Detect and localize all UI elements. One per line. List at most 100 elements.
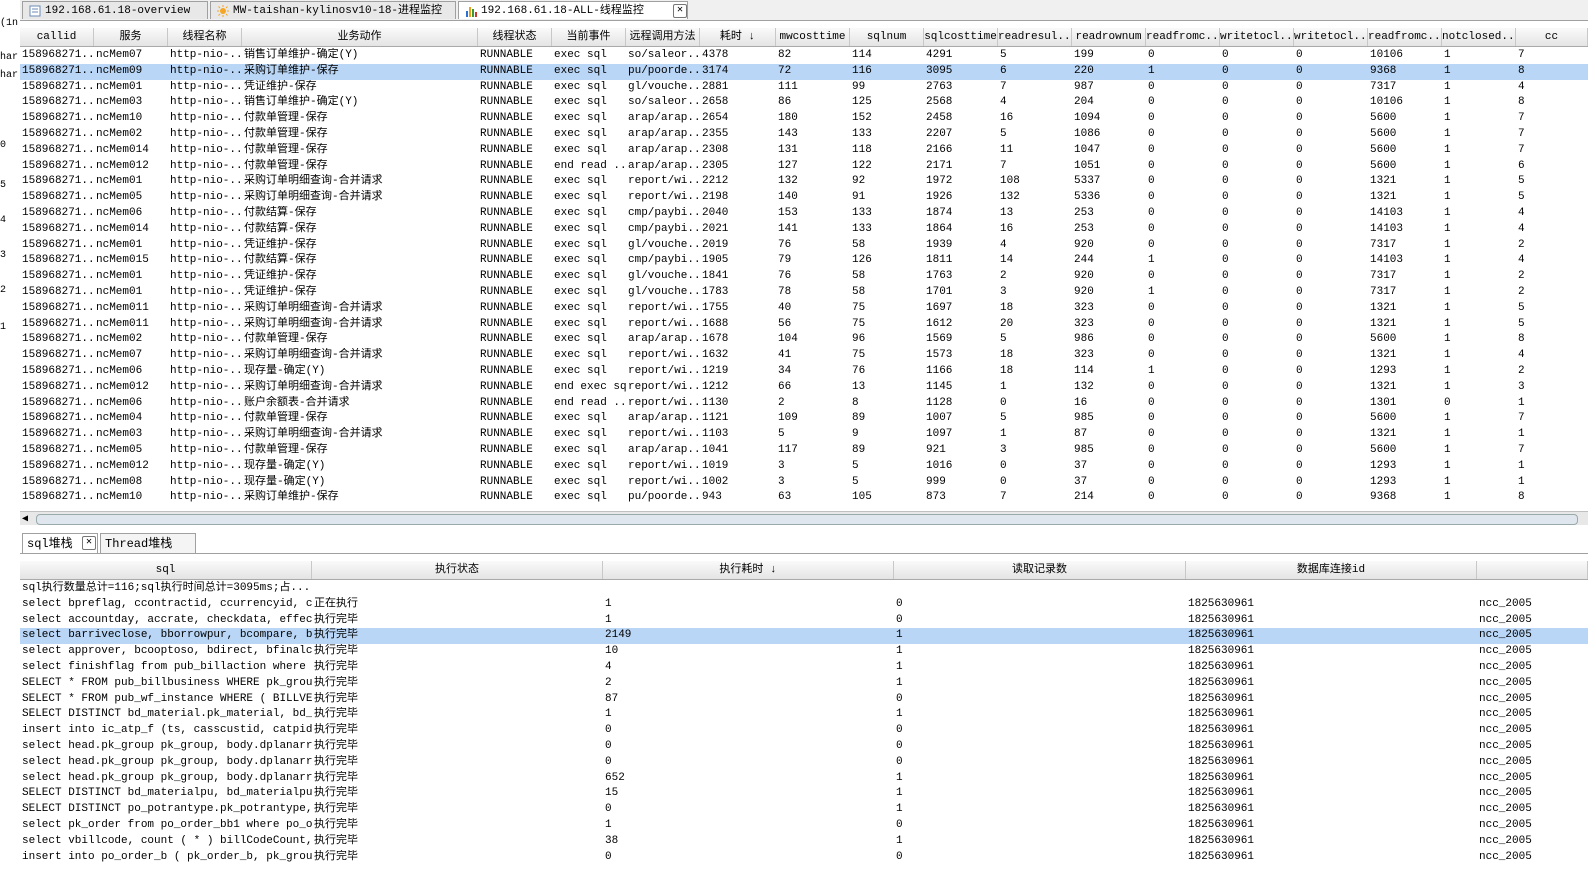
close-tab-icon[interactable]: ✕: [673, 4, 687, 18]
thread-header-11[interactable]: readresul...: [998, 28, 1072, 46]
horizontal-scrollbar[interactable]: ◀: [20, 511, 1588, 525]
scroll-left-icon[interactable]: ◀: [22, 513, 28, 525]
tab-thread-stack[interactable]: Thread堆栈: [100, 533, 196, 553]
thread-row[interactable]: 158968271... ncMem014 http-nio-... 付款单管理-保存…: [20, 143, 1588, 159]
sql-cell: 执行完毕: [314, 629, 358, 642]
sql-row[interactable]: SELECT * FROM pub_billbusiness WHERE pk_…: [20, 676, 1588, 692]
thread-row[interactable]: 158968271... ncMem03 http-nio-... 采购订单明细查询-…: [20, 427, 1588, 443]
sql-row[interactable]: select approver, bcooptoso, bdirect, bfi…: [20, 644, 1588, 660]
sql-cell: 1: [605, 708, 612, 721]
sql-row[interactable]: select head.pk_group pk_group, body.dpla…: [20, 771, 1588, 787]
sql-header-3[interactable]: 读取记录数: [894, 561, 1186, 579]
thread-row[interactable]: 158968271... ncMem01 http-nio-... 凭证维护-保存 RU…: [20, 238, 1588, 254]
sql-header-4[interactable]: 数据库连接id: [1186, 561, 1477, 579]
thread-cell: 2166: [926, 143, 953, 156]
thread-row[interactable]: 158968271... ncMem06 http-nio-... 付款结算-保存 RU…: [20, 206, 1588, 222]
sql-row[interactable]: insert into ic_atp_f (ts, casscustid, ca…: [20, 723, 1588, 739]
sql-row[interactable]: select barriveclose, bborrowpur, bcompar…: [20, 628, 1588, 645]
close-tab-icon[interactable]: ✕: [82, 536, 96, 550]
thread-header-0[interactable]: callid: [20, 28, 94, 46]
tab-overview[interactable]: 192.168.61.18-overview: [22, 1, 208, 19]
tab-process-monitor[interactable]: MW-taishan-kylinosv10-18-进程监控: [210, 1, 456, 19]
sql-cell: 1: [896, 803, 903, 816]
thread-header-4[interactable]: 线程状态: [478, 28, 552, 46]
thread-row[interactable]: 158968271... ncMem09 http-nio-... 采购订单维护-保存…: [20, 63, 1588, 80]
thread-cell: exec sql: [554, 270, 607, 283]
thread-cell: 3174: [702, 64, 729, 77]
sql-row[interactable]: SELECT DISTINCT po_potrantype.pk_potrant…: [20, 802, 1588, 818]
sql-row[interactable]: SELECT DISTINCT bd_material.pk_material,…: [20, 707, 1588, 723]
thread-cell: 1972: [926, 175, 953, 188]
thread-header-7[interactable]: 耗时 ↓: [700, 28, 776, 46]
thread-cell: exec sql: [554, 207, 607, 219]
thread-header-2[interactable]: 线程名称: [168, 28, 242, 46]
sql-header-1[interactable]: 执行状态: [312, 561, 603, 579]
thread-header-9[interactable]: sqlnum: [850, 28, 924, 46]
thread-row[interactable]: 158968271... ncMem02 http-nio-... 付款单管理-保存 R…: [20, 127, 1588, 143]
sql-header-2[interactable]: 执行耗时 ↓: [603, 561, 894, 579]
thread-row[interactable]: 158968271... ncMem03 http-nio-... 销售订单维护-确定…: [20, 95, 1588, 111]
thread-row[interactable]: 158968271... ncMem06 http-nio-... 账户余额表-合并请…: [20, 396, 1588, 412]
thread-row[interactable]: 158968271... ncMem08 http-nio-... 现存量-确定(Y)…: [20, 475, 1588, 491]
thread-row[interactable]: 158968271... ncMem06 http-nio-... 现存量-确定(Y)…: [20, 364, 1588, 380]
thread-row[interactable]: 158968271... ncMem07 http-nio-... 采购订单明细查询-…: [20, 348, 1588, 364]
thread-header-14[interactable]: writetocl...: [1220, 28, 1294, 46]
thread-header-15[interactable]: writetocl...: [1294, 28, 1368, 46]
thread-row[interactable]: 158968271... ncMem014 http-nio-... 付款结算-保存 R…: [20, 222, 1588, 238]
thread-header-6[interactable]: 远程调用方法: [626, 28, 700, 46]
thread-row[interactable]: 158968271... ncMem01 http-nio-... 采购订单明细查询-…: [20, 174, 1588, 190]
thread-header-12[interactable]: readrownum: [1072, 28, 1146, 46]
thread-row[interactable]: 158968271... ncMem04 http-nio-... 付款单管理-保存 R…: [20, 411, 1588, 427]
thread-row[interactable]: 158968271... ncMem10 http-nio-... 付款单管理-保存 R…: [20, 111, 1588, 127]
thread-row[interactable]: 158968271... ncMem011 http-nio-... 采购订单明细查询…: [20, 317, 1588, 333]
sql-row[interactable]: select vbillcode, count ( * ) billCodeCo…: [20, 834, 1588, 850]
sql-row[interactable]: select finishflag from pub_billaction wh…: [20, 660, 1588, 676]
thread-header-8[interactable]: mwcosttime: [776, 28, 850, 46]
thread-cell: 4: [1518, 222, 1525, 235]
thread-row[interactable]: 158968271... ncMem012 http-nio-... 付款单管理-保存…: [20, 159, 1588, 175]
sql-row[interactable]: select accountday, accrate, checkdata, e…: [20, 613, 1588, 629]
sql-row[interactable]: SELECT DISTINCT bd_materialpu, bd_materi…: [20, 786, 1588, 802]
thread-row[interactable]: 158968271... ncMem05 http-nio-... 付款单管理-保存 R…: [20, 443, 1588, 459]
sql-cell: select vbillcode, count ( * ) billCodeCo…: [22, 834, 312, 847]
left-strip-fragment: (1n: [0, 18, 19, 29]
sql-header-5[interactable]: [1477, 561, 1588, 579]
thread-row[interactable]: 158968271... ncMem10 http-nio-... 采购订单维护-保存…: [20, 490, 1588, 506]
thread-row[interactable]: 158968271... ncMem011 http-nio-... 采购订单明细查询…: [20, 301, 1588, 317]
thread-row[interactable]: 158968271... ncMem012 http-nio-... 采购订单明细查询…: [20, 380, 1588, 396]
sql-row[interactable]: select head.pk_group pk_group, body.dpla…: [20, 755, 1588, 771]
thread-header-17[interactable]: notclosed...: [1442, 28, 1516, 46]
thread-cell: 4: [1000, 96, 1007, 109]
sql-row[interactable]: select head.pk_group pk_group, body.dpla…: [20, 739, 1588, 755]
sql-row[interactable]: select bpreflag, ccontractid, ccurrencyi…: [20, 597, 1588, 613]
thread-cell: gl/vouche...: [628, 80, 700, 93]
thread-cell: 1874: [926, 207, 953, 219]
thread-header-16[interactable]: readfromc...: [1368, 28, 1442, 46]
sql-row[interactable]: insert into po_order_b ( pk_order_b, pk_…: [20, 850, 1588, 866]
thread-row[interactable]: 158968271... ncMem01 http-nio-... 凭证维护-保存 RU…: [20, 285, 1588, 301]
scrollbar-thumb[interactable]: [36, 514, 1578, 525]
thread-row[interactable]: 158968271... ncMem05 http-nio-... 采购订单明细查询-…: [20, 190, 1588, 206]
thread-row[interactable]: 158968271... ncMem012 http-nio-... 现存量-确定(Y…: [20, 459, 1588, 475]
thread-cell: report/wi...: [628, 317, 700, 330]
thread-row[interactable]: 158968271... ncMem015 http-nio-... 付款结算-保存 R…: [20, 253, 1588, 269]
thread-row[interactable]: 158968271... ncMem07 http-nio-... 销售订单维护-确定…: [20, 48, 1588, 64]
thread-header-3[interactable]: 业务动作: [242, 28, 478, 46]
thread-header-1[interactable]: 服务: [94, 28, 168, 46]
sql-cell: SELECT DISTINCT bd_materialpu, bd_materi…: [22, 787, 312, 800]
thread-header-10[interactable]: sqlcosttime: [924, 28, 998, 46]
sql-row[interactable]: select pk_order from po_order_bb1 where …: [20, 818, 1588, 834]
tab-thread-monitor[interactable]: 192.168.61.18-ALL-线程监控 ✕: [458, 1, 688, 19]
sql-row[interactable]: SELECT * FROM pub_wf_instance WHERE ( BI…: [20, 692, 1588, 708]
thread-row[interactable]: 158968271... ncMem01 http-nio-... 凭证维护-保存 RU…: [20, 269, 1588, 285]
thread-cell: 凭证维护-保存: [244, 286, 317, 298]
thread-header-5[interactable]: 当前事件: [552, 28, 626, 46]
thread-header-18[interactable]: cc: [1516, 28, 1588, 46]
thread-row[interactable]: 158968271... ncMem02 http-nio-... 付款单管理-保存 R…: [20, 332, 1588, 348]
sql-header-0[interactable]: sql: [20, 561, 312, 579]
thread-cell: 1: [1444, 475, 1451, 488]
thread-cell: http-nio-...: [170, 49, 242, 61]
thread-row[interactable]: 158968271... ncMem01 http-nio-... 凭证维护-保存 RU…: [20, 80, 1588, 96]
thread-header-13[interactable]: readfromc...: [1146, 28, 1220, 46]
thread-cell: 1: [1444, 444, 1451, 456]
